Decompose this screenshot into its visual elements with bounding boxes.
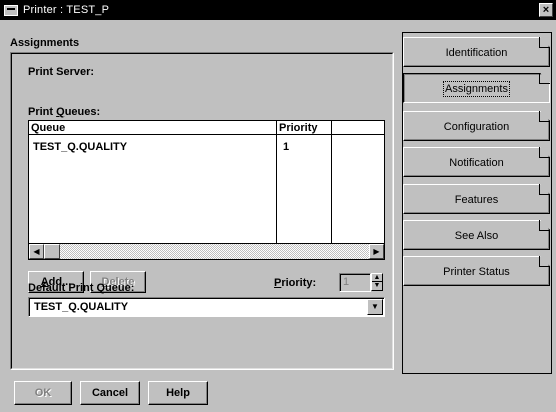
spin-up-icon[interactable]: ▲ xyxy=(372,274,382,282)
scroll-right-icon[interactable]: ▶ xyxy=(369,244,384,259)
queue-cell[interactable]: TEST_Q.QUALITY xyxy=(33,141,127,153)
priority-input[interactable]: 1 xyxy=(339,273,371,292)
page-button-features[interactable]: Features xyxy=(403,184,550,214)
help-button[interactable]: Help xyxy=(148,381,208,405)
priority-cell[interactable]: 1 xyxy=(283,141,289,153)
page-button-notification[interactable]: Notification xyxy=(403,147,550,177)
column-separator[interactable] xyxy=(276,121,277,244)
page-title: Assignments xyxy=(10,37,80,49)
spin-down-icon[interactable]: ▼ xyxy=(372,282,382,290)
window-title: Printer : TEST_P xyxy=(23,4,110,16)
page-button-assignments[interactable]: Assignments xyxy=(403,73,550,103)
priority-stepper[interactable]: ▲ ▼ xyxy=(371,273,383,291)
page-button-identification[interactable]: Identification xyxy=(403,37,550,67)
default-print-queue-value: TEST_Q.QUALITY xyxy=(34,301,129,313)
column-separator[interactable] xyxy=(331,121,332,244)
close-button[interactable]: × xyxy=(539,3,553,17)
scroll-left-icon[interactable]: ◀ xyxy=(29,244,44,259)
scroll-thumb[interactable] xyxy=(44,244,60,259)
page-button-printer-status[interactable]: Printer Status xyxy=(403,256,550,286)
column-header-queue[interactable]: Queue xyxy=(31,122,65,134)
horizontal-scrollbar[interactable]: ◀ ▶ xyxy=(29,243,384,259)
print-server-label: Print Server: xyxy=(28,66,95,78)
print-queues-list[interactable]: Queue Priority TEST_Q.QUALITY 1 ◀ ▶ xyxy=(28,120,385,260)
priority-label: Priority: xyxy=(274,277,317,289)
ok-button[interactable]: OK xyxy=(14,381,72,405)
page-button-configuration[interactable]: Configuration xyxy=(403,111,550,141)
default-print-queue-select[interactable]: TEST_Q.QUALITY ▼ xyxy=(28,297,385,317)
page-button-see-also[interactable]: See Also xyxy=(403,220,550,250)
column-header-priority[interactable]: Priority xyxy=(279,122,318,134)
print-queues-label: Print Queues: xyxy=(28,106,101,118)
title-bar: Printer : TEST_P × xyxy=(0,0,556,20)
window-menu-icon[interactable] xyxy=(4,4,18,16)
cancel-button[interactable]: Cancel xyxy=(80,381,140,405)
chevron-down-icon[interactable]: ▼ xyxy=(367,299,383,315)
default-print-queue-label: Default Print Queue: xyxy=(28,282,135,294)
